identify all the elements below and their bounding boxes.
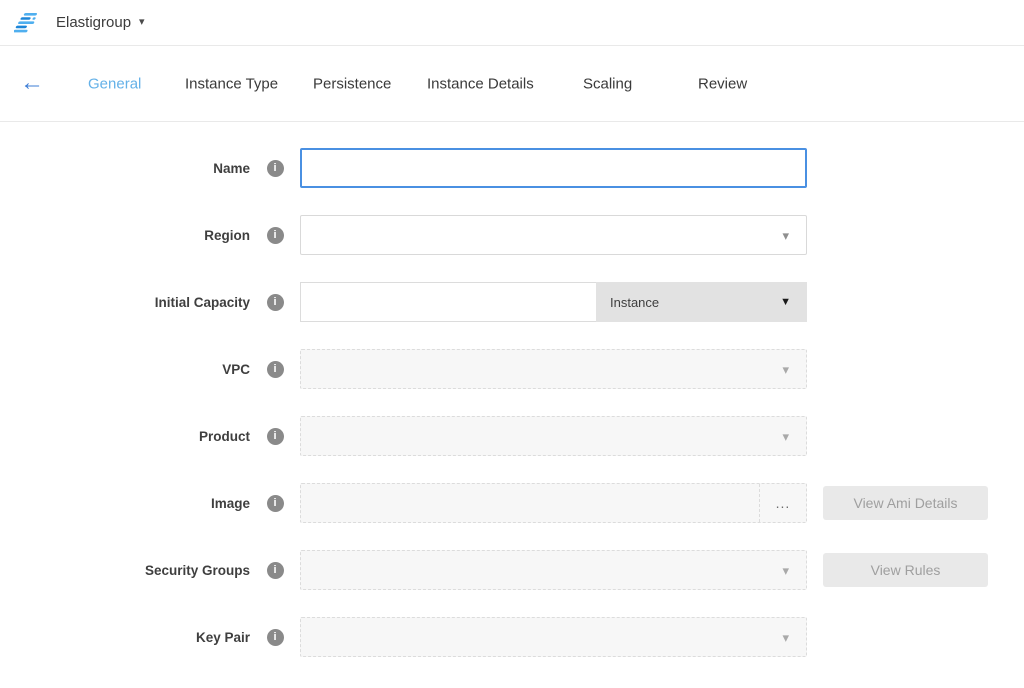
vpc-info-icon[interactable]: i — [267, 361, 284, 378]
tab-instance-type[interactable]: Instance Type — [185, 75, 278, 92]
product-label: Product — [0, 429, 250, 444]
field-row-name: Name i — [0, 148, 1024, 188]
field-row-vpc: VPC i ▾ — [0, 349, 1024, 389]
initial-capacity-label: Initial Capacity — [0, 295, 250, 310]
tab-review[interactable]: Review — [698, 75, 747, 92]
image-label: Image — [0, 496, 250, 511]
initial-capacity-info-icon[interactable]: i — [267, 294, 284, 311]
field-row-region: Region i ▾ — [0, 215, 1024, 255]
field-row-key-pair: Key Pair i ▾ — [0, 617, 1024, 657]
image-picker: ... — [300, 483, 807, 523]
chevron-down-icon: ▾ — [782, 564, 789, 577]
name-input[interactable] — [300, 148, 807, 188]
elastigroup-logo-icon — [14, 11, 41, 35]
vpc-label: VPC — [0, 362, 250, 377]
field-row-security-groups: Security Groups i ▾ View Rules — [0, 550, 1024, 590]
image-info-icon[interactable]: i — [267, 495, 284, 512]
field-row-image: Image i ... View Ami Details — [0, 483, 1024, 523]
view-rules-button[interactable]: View Rules — [823, 553, 988, 587]
key-pair-info-icon[interactable]: i — [267, 629, 284, 646]
security-groups-info-icon[interactable]: i — [267, 562, 284, 579]
name-label: Name — [0, 161, 250, 176]
capacity-unit-select[interactable]: Instance ▼ — [596, 282, 807, 322]
key-pair-select: ▾ — [300, 617, 807, 657]
back-arrow-icon[interactable]: ← — [20, 71, 44, 95]
region-select[interactable]: ▾ — [300, 215, 807, 255]
tab-general[interactable]: General — [88, 75, 141, 92]
field-row-initial-capacity: Initial Capacity i Instance ▼ — [0, 282, 1024, 322]
vpc-select: ▾ — [300, 349, 807, 389]
tab-persistence[interactable]: Persistence — [313, 75, 391, 92]
image-browse-ellipsis-button[interactable]: ... — [759, 484, 806, 522]
tab-scaling[interactable]: Scaling — [583, 75, 632, 92]
chevron-down-icon: ▾ — [782, 363, 789, 376]
field-row-product: Product i ▾ — [0, 416, 1024, 456]
app-title[interactable]: Elastigroup — [56, 14, 131, 31]
app-title-caret-icon[interactable]: ▾ — [139, 17, 145, 28]
name-info-icon[interactable]: i — [267, 160, 284, 177]
region-label: Region — [0, 228, 250, 243]
general-settings-form: Name i Region i ▾ Initial Capacity i — [0, 122, 1024, 657]
product-select: ▾ — [300, 416, 807, 456]
key-pair-label: Key Pair — [0, 630, 250, 645]
region-info-icon[interactable]: i — [267, 227, 284, 244]
view-ami-details-button[interactable]: View Ami Details — [823, 486, 988, 520]
initial-capacity-input[interactable] — [300, 282, 596, 322]
wizard-tab-bar: ← General Instance Type Persistence Inst… — [0, 46, 1024, 122]
chevron-down-icon: ▼ — [780, 297, 791, 308]
product-info-icon[interactable]: i — [267, 428, 284, 445]
chevron-down-icon: ▾ — [782, 430, 789, 443]
capacity-unit-value: Instance — [610, 295, 659, 310]
chevron-down-icon: ▾ — [782, 229, 789, 242]
chevron-down-icon: ▾ — [782, 631, 789, 644]
tab-instance-details[interactable]: Instance Details — [427, 75, 534, 92]
security-groups-select: ▾ — [300, 550, 807, 590]
security-groups-label: Security Groups — [0, 563, 250, 578]
top-bar: Elastigroup ▾ — [0, 0, 1024, 46]
